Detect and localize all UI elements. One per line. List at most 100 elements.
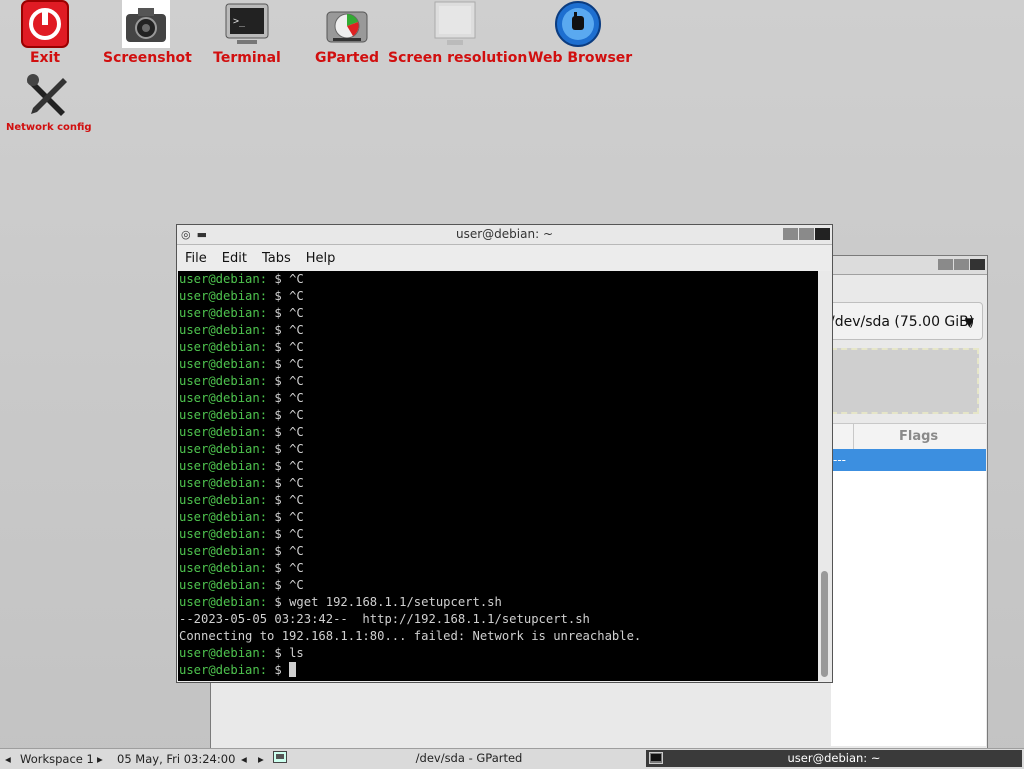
terminal-text: $ ^C: [267, 476, 304, 490]
desktop-icon-label: Exit: [29, 50, 61, 66]
terminal-window[interactable]: ◎ ▬ user@debian: ~ File Edit Tabs Help u…: [176, 224, 833, 683]
workspace-next-icon[interactable]: ▸: [97, 752, 103, 766]
terminal-line: user@debian: $ ^C: [179, 441, 820, 458]
desktop-icon-screenshot[interactable]: Screenshot: [103, 0, 192, 66]
shell-prompt: user@debian:: [179, 272, 268, 286]
partition-graph[interactable]: [831, 348, 979, 414]
terminal-line: --2023-05-05 03:23:42-- http://192.168.1…: [179, 611, 820, 628]
menu-file[interactable]: File: [185, 251, 207, 266]
scrollbar-thumb[interactable]: [821, 571, 828, 677]
terminal-text: $ ls: [267, 646, 304, 660]
disk-icon: [323, 0, 371, 48]
device-selector[interactable]: /dev/sda (75.00 GiB) ▼: [823, 302, 983, 340]
terminal-line: user@debian: $ ^C: [179, 322, 820, 339]
terminal-text: $ ^C: [267, 561, 304, 575]
desktop-icon-label: GParted: [315, 50, 379, 66]
terminal-scrollbar[interactable]: [818, 271, 832, 681]
terminal-line: user@debian: $ ^C: [179, 458, 820, 475]
show-desktop-icon[interactable]: [273, 751, 287, 766]
shell-prompt: user@debian:: [179, 374, 268, 388]
minimize-button[interactable]: [938, 259, 953, 270]
shell-prompt: user@debian:: [179, 306, 268, 320]
close-button[interactable]: [815, 228, 830, 240]
terminal-text: $ ^C: [267, 510, 304, 524]
desktop-icon-gparted[interactable]: GParted: [315, 0, 379, 66]
shell-prompt: user@debian:: [179, 646, 268, 660]
terminal-text: $ ^C: [267, 306, 304, 320]
tools-icon: [23, 72, 71, 120]
terminal-text: $ ^C: [267, 357, 304, 371]
clock: 05 May, Fri 03:24:00: [117, 752, 236, 766]
terminal-text: $ ^C: [267, 459, 304, 473]
terminal-text: $ ^C: [267, 391, 304, 405]
task-button-terminal[interactable]: user@debian: ~: [646, 750, 1022, 767]
shell-prompt: user@debian:: [179, 578, 268, 592]
desktop-icon-label: Screenshot: [103, 50, 192, 66]
shell-prompt: user@debian:: [179, 663, 268, 677]
device-label: /dev/sda (75.00 GiB): [830, 314, 975, 330]
window-title: user@debian: ~: [456, 227, 553, 241]
desktop-icon-terminal[interactable]: >_ Terminal: [212, 0, 282, 66]
task-prev-icon[interactable]: ◂: [241, 752, 247, 766]
shell-prompt: user@debian:: [179, 544, 268, 558]
shell-prompt: user@debian:: [179, 425, 268, 439]
shell-prompt: user@debian:: [179, 391, 268, 405]
desktop-icon-screen-resolution[interactable]: Screen resolution: [388, 0, 527, 66]
desktop-icon-label: Terminal: [213, 50, 281, 66]
terminal-line: user@debian: $ wget 192.168.1.1/setupcer…: [179, 594, 820, 611]
text-cursor: [289, 662, 297, 677]
terminal-text: $ ^C: [267, 289, 304, 303]
terminal-output[interactable]: user@debian: $ ^C user@debian: $ ^C user@d…: [178, 271, 820, 681]
terminal-line: Connecting to 192.168.1.1:80... failed: …: [179, 628, 820, 645]
terminal-line: user@debian: $ ^C: [179, 577, 820, 594]
shell-prompt: user@debian:: [179, 476, 268, 490]
terminal-line: user@debian: $ ls: [179, 645, 820, 662]
terminal-line: user@debian: $ ^C: [179, 271, 820, 288]
minimize-button[interactable]: [783, 228, 798, 240]
task-button-gparted[interactable]: /dev/sda - GParted: [292, 750, 646, 767]
menu-help[interactable]: Help: [306, 251, 336, 266]
terminal-line: user@debian: $ ^C: [179, 475, 820, 492]
menu-bar: File Edit Tabs Help: [177, 245, 832, 271]
terminal-line: user@debian: $ ^C: [179, 390, 820, 407]
shell-prompt: user@debian:: [179, 323, 268, 337]
terminal-line: user@debian: $ ^C: [179, 339, 820, 356]
task-label: user@debian: ~: [787, 751, 881, 765]
shell-prompt: user@debian:: [179, 340, 268, 354]
terminal-text: $ wget 192.168.1.1/setupcert.sh: [267, 595, 502, 609]
terminal-line: user@debian: $ ^C: [179, 543, 820, 560]
shell-prompt: user@debian:: [179, 408, 268, 422]
terminal-text: $ ^C: [267, 527, 304, 541]
terminal-text: $: [267, 663, 290, 677]
desktop-icon-web-browser[interactable]: Web Browser: [528, 0, 632, 66]
shell-prompt: user@debian:: [179, 527, 268, 541]
window-menu-icon[interactable]: ▬: [197, 228, 207, 241]
menu-tabs[interactable]: Tabs: [262, 251, 291, 266]
terminal-titlebar[interactable]: ◎ ▬ user@debian: ~: [177, 225, 832, 245]
terminal-line: user@debian: $ ^C: [179, 509, 820, 526]
task-next-icon[interactable]: ▸: [258, 752, 264, 766]
workspace-label[interactable]: Workspace 1: [20, 752, 94, 766]
shell-prompt: user@debian:: [179, 442, 268, 456]
terminal-text: $ ^C: [267, 442, 304, 456]
debian-swirl-icon[interactable]: ◎: [181, 228, 191, 241]
terminal-icon: >_: [223, 0, 271, 48]
maximize-button[interactable]: [954, 259, 969, 270]
partition-row-selected[interactable]: ---: [831, 449, 986, 471]
terminal-text: --2023-05-05 03:23:42-- http://192.168.1…: [179, 612, 590, 626]
desktop-icon-network-config[interactable]: Network config: [6, 72, 92, 133]
globe-icon: [554, 0, 602, 48]
partition-cell: ---: [833, 453, 846, 467]
power-icon: [21, 0, 69, 48]
column-header-flags[interactable]: Flags: [899, 429, 938, 444]
menu-edit[interactable]: Edit: [222, 251, 247, 266]
close-button[interactable]: [970, 259, 985, 270]
partition-table-header: Flags: [831, 423, 986, 451]
terminal-line: user@debian: $ ^C: [179, 407, 820, 424]
terminal-text: $ ^C: [267, 493, 304, 507]
desktop-icon-exit[interactable]: Exit: [20, 0, 70, 66]
maximize-button[interactable]: [799, 228, 814, 240]
monitor-icon: [431, 0, 479, 48]
workspace-prev-icon[interactable]: ◂: [5, 752, 11, 766]
shell-prompt: user@debian:: [179, 510, 268, 524]
